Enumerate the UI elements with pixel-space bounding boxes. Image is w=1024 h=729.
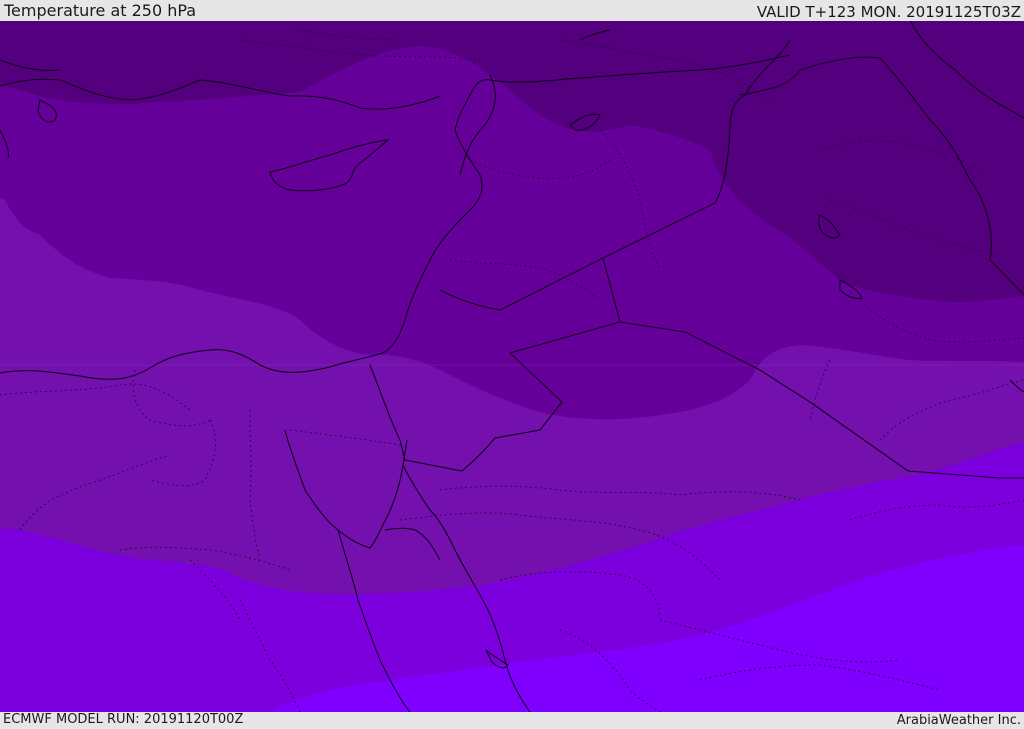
footer-bar: ECMWF MODEL RUN: 20191120T00Z ArabiaWeat…	[0, 712, 1024, 729]
map-title: Temperature at 250 hPa	[4, 1, 197, 20]
model-run-label: ECMWF MODEL RUN: 20191120T00Z	[3, 712, 244, 727]
valid-time: VALID T+123 MON. 20191125T03Z	[756, 3, 1021, 21]
temperature-map	[0, 21, 1024, 712]
header-bar: Temperature at 250 hPa VALID T+123 MON. …	[0, 0, 1024, 21]
credit-label: ArabiaWeather Inc.	[896, 713, 1021, 728]
